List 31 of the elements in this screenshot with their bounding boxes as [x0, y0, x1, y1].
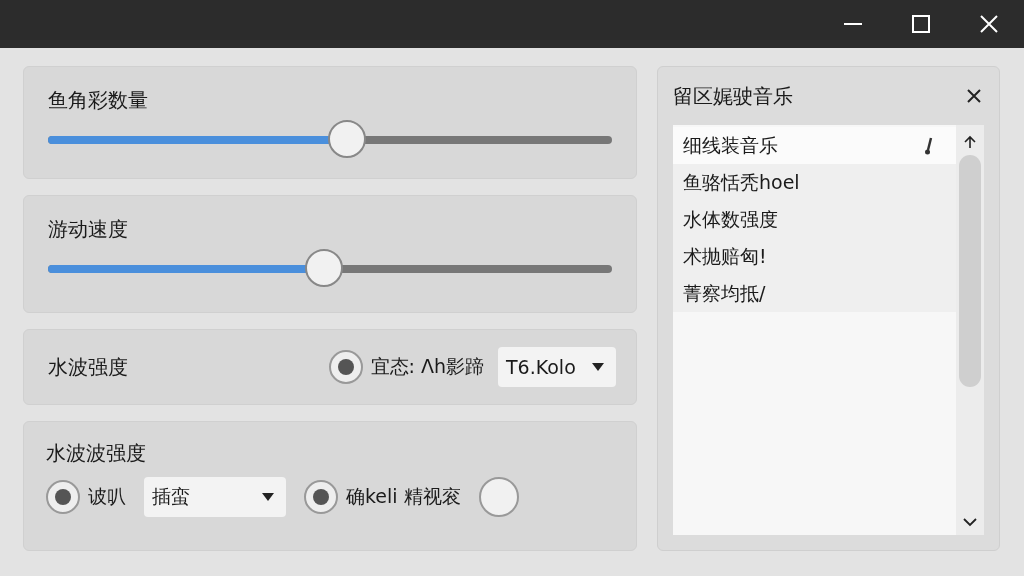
close-icon[interactable]	[966, 88, 982, 104]
scroll-down-icon[interactable]	[963, 517, 977, 527]
panel-title: 留区娓驶音乐	[673, 82, 793, 110]
caret-icon	[262, 493, 274, 501]
scrollbar[interactable]	[956, 125, 984, 535]
radio-button[interactable]	[46, 480, 80, 514]
color-swatch[interactable]	[478, 477, 519, 517]
radio-button[interactable]	[328, 350, 363, 384]
caret-icon	[592, 363, 604, 371]
music-item[interactable]: 菁察均抵/	[673, 275, 956, 312]
setting-label: 鱼角彩数量	[48, 87, 149, 114]
music-item[interactable]: 水体数强度	[673, 201, 956, 238]
music-item[interactable]: 术抛赔匈!	[673, 238, 956, 275]
brush-icon	[924, 136, 934, 155]
setting-label: 水波波强度	[46, 440, 147, 467]
radio-label: 诐叭	[88, 484, 126, 509]
setting-label: 水波强度	[48, 353, 128, 381]
music-item[interactable]: 细线装音乐	[673, 127, 956, 164]
slider-thumb[interactable]	[327, 120, 366, 158]
scrollbar-thumb[interactable]	[959, 155, 981, 387]
music-item[interactable]: 鱼骆恬秃hoel	[673, 164, 956, 201]
radio-button[interactable]	[304, 480, 338, 514]
slider-thumb[interactable]	[305, 249, 344, 287]
radio-label: 确keli 精视衮	[346, 484, 461, 509]
maximize-icon[interactable]	[910, 13, 932, 35]
dropdown[interactable]: 插蛮	[144, 477, 286, 517]
radio-label: 宜态: Λh影蹄	[370, 354, 484, 379]
setting-label: 游动速度	[48, 216, 129, 243]
dropdown[interactable]: T6.Kolo	[498, 347, 616, 387]
scroll-up-icon[interactable]	[963, 135, 977, 149]
close-icon[interactable]	[978, 13, 1000, 35]
